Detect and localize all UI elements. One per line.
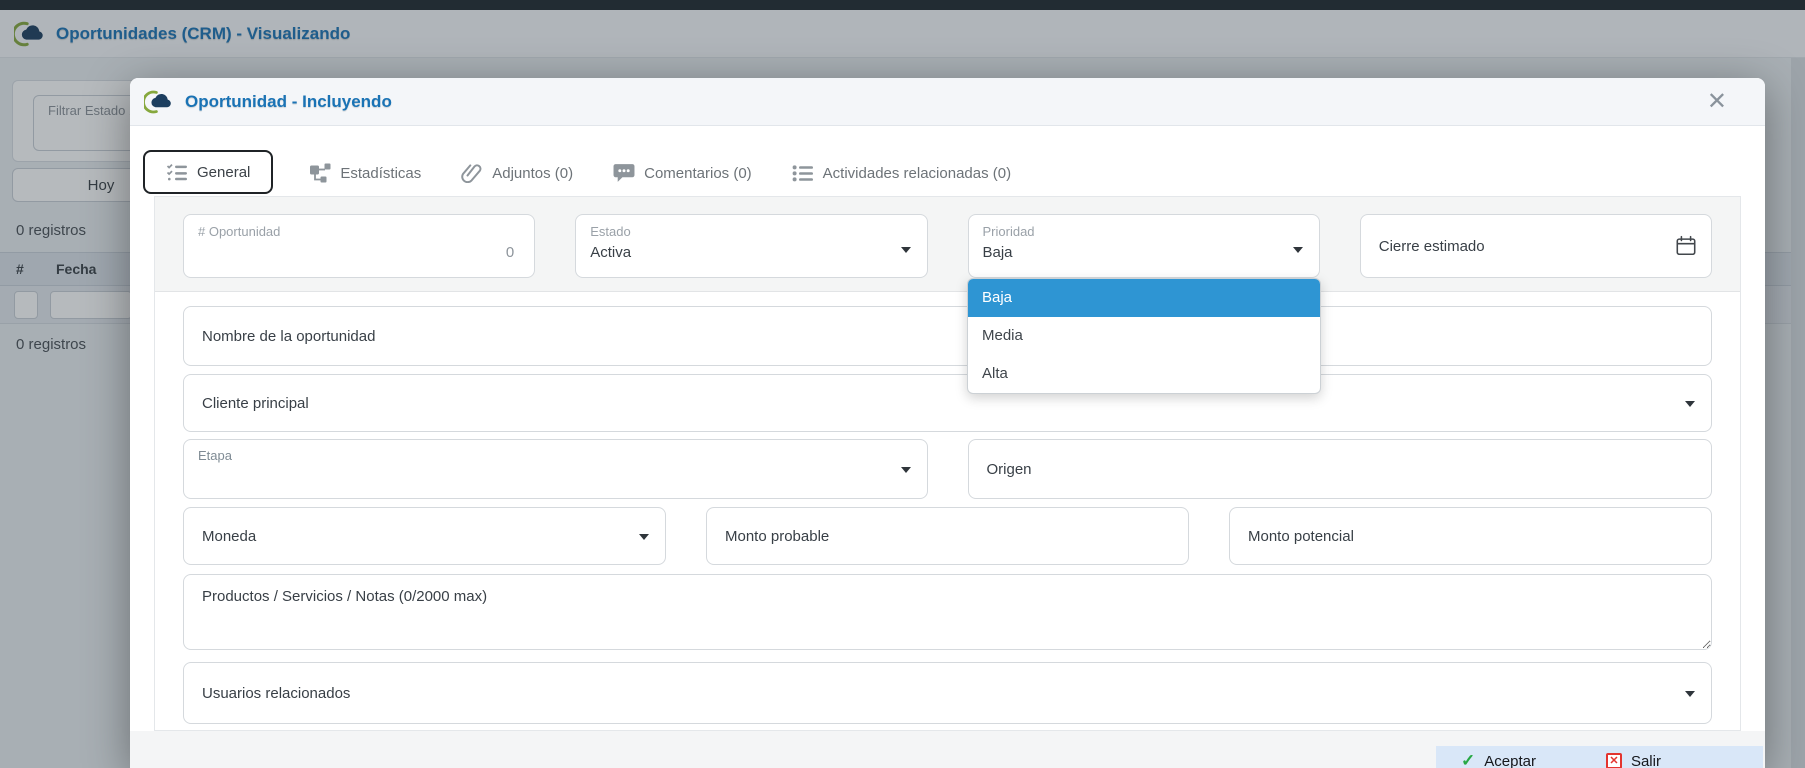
tab-label: Adjuntos (0) bbox=[492, 165, 573, 182]
aceptar-label: Aceptar bbox=[1484, 753, 1536, 768]
cierre-estimado-field[interactable] bbox=[1360, 214, 1712, 278]
aceptar-button[interactable]: ✓ Aceptar bbox=[1461, 751, 1536, 768]
check-icon: ✓ bbox=[1461, 751, 1475, 768]
footer-button-bar: ✓ Aceptar ✕ Salir bbox=[1436, 746, 1763, 768]
tab-general[interactable]: General bbox=[143, 150, 273, 194]
tab-adjuntos[interactable]: Adjuntos (0) bbox=[457, 152, 577, 194]
moneda-input[interactable] bbox=[184, 528, 665, 545]
modal-footer: ✓ Aceptar ✕ Salir bbox=[130, 731, 1765, 768]
dropdown-option-media[interactable]: Media bbox=[968, 317, 1320, 355]
tab-bar: General Estadísticas bbox=[130, 126, 1765, 196]
cliente-principal-select[interactable] bbox=[183, 374, 1712, 432]
etapa-label: Etapa bbox=[184, 440, 927, 463]
tab-comentarios[interactable]: Comentarios (0) bbox=[609, 152, 756, 194]
productos-row bbox=[183, 574, 1712, 655]
close-icon[interactable]: ✕ bbox=[1707, 90, 1727, 114]
opportunity-number-value: 0 bbox=[184, 239, 534, 261]
list-icon bbox=[792, 163, 814, 183]
usuarios-input[interactable] bbox=[184, 685, 1711, 702]
salir-label: Salir bbox=[1631, 753, 1661, 768]
checklist-icon bbox=[166, 162, 188, 182]
opportunity-number-label: # Oportunidad bbox=[184, 215, 534, 239]
prioridad-label: Prioridad bbox=[969, 215, 1319, 239]
monto-probable-input[interactable] bbox=[707, 528, 1188, 545]
tab-estadisticas[interactable]: Estadísticas bbox=[305, 152, 425, 194]
tab-label: Estadísticas bbox=[340, 165, 421, 182]
prioridad-dropdown: Baja Media Alta bbox=[967, 278, 1321, 394]
productos-textarea[interactable] bbox=[183, 574, 1712, 650]
calendar-icon[interactable] bbox=[1675, 235, 1697, 257]
opportunity-number-field[interactable]: # Oportunidad 0 bbox=[183, 214, 535, 278]
moneda-select[interactable] bbox=[183, 507, 666, 565]
tab-label: Actividades relacionadas (0) bbox=[823, 165, 1011, 182]
dropdown-option-alta[interactable]: Alta bbox=[968, 355, 1320, 393]
estado-select[interactable]: Estado Activa bbox=[575, 214, 927, 278]
etapa-select[interactable]: Etapa bbox=[183, 439, 928, 499]
tab-label: General bbox=[197, 164, 250, 181]
form-panel: # Oportunidad 0 Estado Activa Prioridad … bbox=[154, 196, 1741, 731]
nombre-input[interactable] bbox=[184, 328, 1711, 345]
chevron-down-icon bbox=[1293, 247, 1303, 253]
montos-row bbox=[183, 507, 1712, 565]
prioridad-value: Baja bbox=[969, 239, 1319, 261]
screen: Oportunidades (CRM) - Visualizando Filtr… bbox=[0, 0, 1805, 768]
header-fields-band: # Oportunidad 0 Estado Activa Prioridad … bbox=[155, 197, 1740, 292]
modal-header: Oportunidad - Incluyendo ✕ bbox=[130, 78, 1765, 126]
cliente-principal-input[interactable] bbox=[184, 395, 1711, 412]
cloud-logo-icon bbox=[144, 89, 174, 115]
salir-button[interactable]: ✕ Salir bbox=[1606, 753, 1661, 768]
comment-icon bbox=[613, 163, 635, 183]
chevron-down-icon bbox=[1685, 691, 1695, 697]
monto-potencial-field[interactable] bbox=[1229, 507, 1712, 565]
chevron-down-icon bbox=[639, 534, 649, 540]
chevron-down-icon bbox=[901, 247, 911, 253]
usuarios-select[interactable] bbox=[183, 662, 1712, 724]
etapa-origen-row: Etapa bbox=[183, 439, 1712, 499]
tab-actividades[interactable]: Actividades relacionadas (0) bbox=[788, 152, 1015, 194]
form-body: Etapa bbox=[155, 292, 1740, 730]
estado-value: Activa bbox=[576, 239, 926, 261]
tab-label: Comentarios (0) bbox=[644, 165, 752, 182]
prioridad-select[interactable]: Prioridad Baja bbox=[968, 214, 1320, 278]
cierre-estimado-input[interactable] bbox=[1361, 238, 1711, 255]
paperclip-icon bbox=[461, 163, 483, 183]
dropdown-option-baja[interactable]: Baja bbox=[968, 279, 1320, 317]
monto-probable-field[interactable] bbox=[706, 507, 1189, 565]
sitemap-icon bbox=[309, 163, 331, 183]
monto-potencial-input[interactable] bbox=[1230, 528, 1711, 545]
origen-input[interactable] bbox=[969, 461, 1712, 478]
x-box-icon: ✕ bbox=[1606, 753, 1622, 768]
modal-title: Oportunidad - Incluyendo bbox=[185, 92, 392, 112]
opportunity-modal: Oportunidad - Incluyendo ✕ General bbox=[130, 78, 1765, 768]
estado-label: Estado bbox=[576, 215, 926, 239]
chevron-down-icon bbox=[1685, 401, 1695, 407]
nombre-field[interactable] bbox=[183, 306, 1712, 366]
chevron-down-icon bbox=[901, 467, 911, 473]
origen-field[interactable] bbox=[968, 439, 1713, 499]
